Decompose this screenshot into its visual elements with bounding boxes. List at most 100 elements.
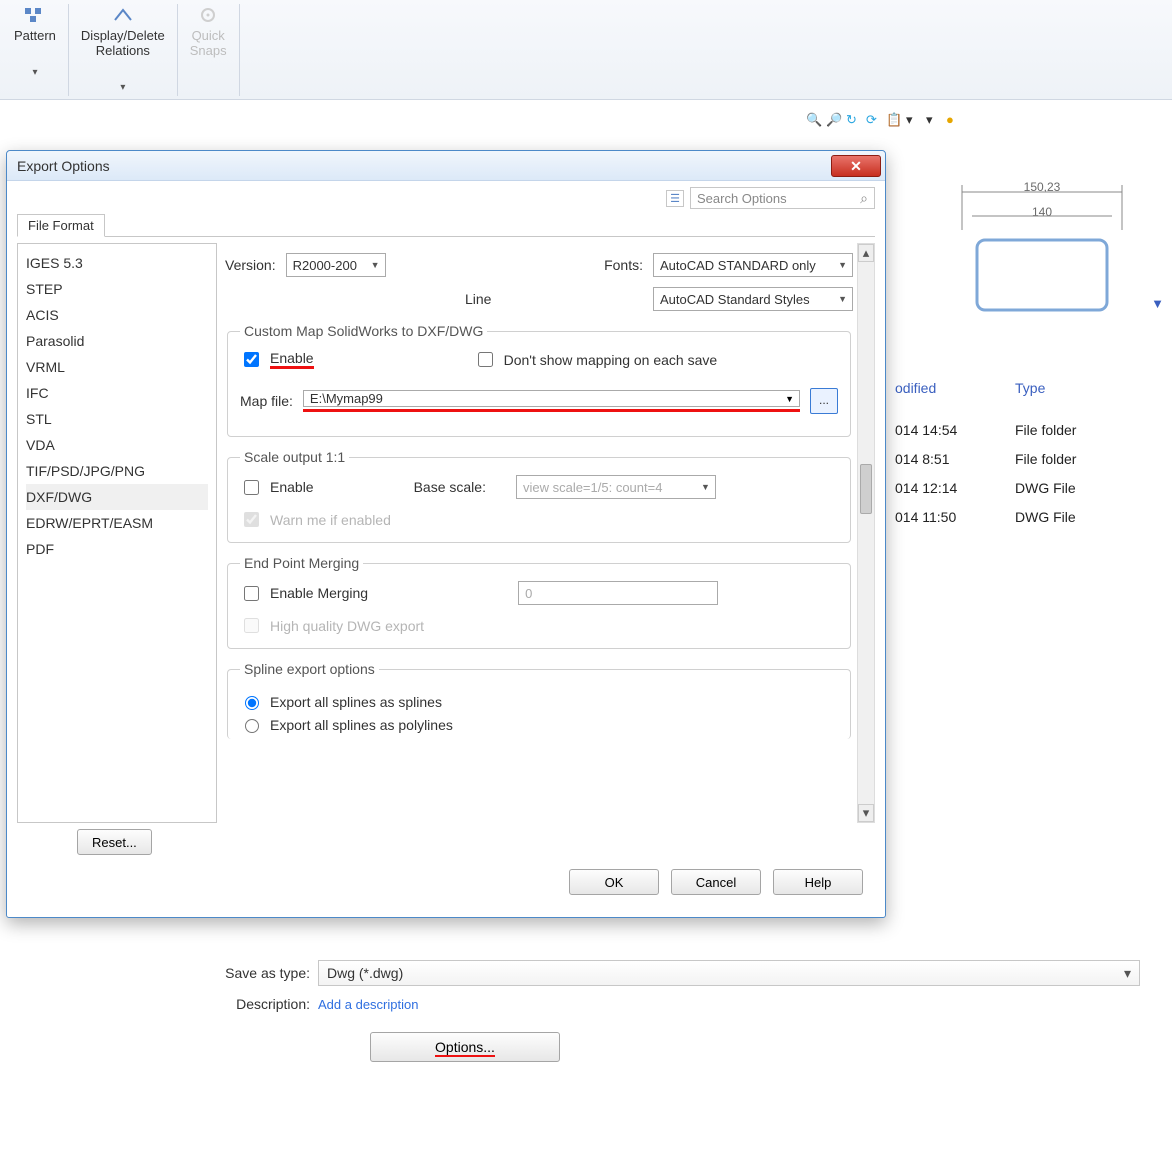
hq-export-checkbox: High quality DWG export [240, 615, 838, 636]
mapfile-value: E:\Mymap99 [310, 391, 383, 406]
warn-checkbox: Warn me if enabled [240, 509, 838, 530]
dropdown-caret-icon[interactable]: ▼ [1151, 296, 1164, 311]
tab-file-format[interactable]: File Format [17, 214, 105, 237]
merge-enable-input[interactable] [244, 586, 259, 601]
ok-button[interactable]: OK [569, 869, 659, 895]
chevron-down-icon [120, 58, 125, 93]
ribbon-relations-label: Display/Delete Relations [81, 28, 165, 58]
group-scale-legend: Scale output 1:1 [240, 449, 349, 465]
reset-button[interactable]: Reset... [77, 829, 152, 855]
scale-enable-label: Enable [270, 479, 314, 495]
search-icon [860, 190, 868, 207]
saveas-type-value: Dwg (*.dwg) [327, 965, 403, 981]
fonts-label: Fonts: [604, 257, 643, 273]
format-item[interactable]: VDA [26, 432, 208, 458]
group-spline: Spline export options Export all splines… [227, 661, 851, 739]
format-item[interactable]: IGES 5.3 [26, 250, 208, 276]
search-input[interactable]: Search Options [690, 187, 875, 209]
ribbon-relations[interactable]: Display/Delete Relations [73, 4, 178, 96]
dim-lines-icon [952, 170, 1142, 330]
doc-icon[interactable]: ▾ [906, 112, 922, 128]
spline-opt2-input[interactable] [245, 719, 259, 733]
zoom-out-icon[interactable]: 🔎 [826, 112, 842, 128]
group-spline-legend: Spline export options [240, 661, 379, 677]
cancel-button[interactable]: Cancel [671, 869, 761, 895]
mapfile-underline [303, 409, 800, 412]
options-button-label: Options... [435, 1039, 495, 1057]
saveas-desc-label: Description: [200, 996, 310, 1012]
systray: 🔍 🔎 ↻ ⟳ 📋 ▾ ▾ ● [806, 112, 962, 128]
hq-export-input [244, 618, 259, 633]
pattern-icon [23, 6, 47, 24]
format-item[interactable]: DXF/DWG [26, 484, 208, 510]
saveas-type-combo[interactable]: Dwg (*.dwg) [318, 960, 1140, 986]
col-type[interactable]: Type [1015, 380, 1045, 396]
enable-map-label: Enable [270, 350, 314, 369]
help-button[interactable]: Help [773, 869, 863, 895]
cell: DWG File [1015, 474, 1076, 503]
options-button[interactable]: Options... [370, 1032, 560, 1062]
search-options-icon: ☰ [666, 190, 684, 207]
cell: DWG File [1015, 503, 1076, 532]
paste-icon[interactable]: 📋 [886, 112, 902, 128]
scroll-thumb[interactable] [860, 464, 872, 514]
export-options-dialog: Export Options ✕ ☰ Search Options File F… [6, 150, 886, 918]
bg-drawing: 150,23 140 [952, 170, 1142, 330]
ribbon-pattern[interactable]: Pattern [6, 4, 69, 96]
spline-opt2[interactable]: Export all splines as polylines [240, 716, 838, 733]
scroll-down-icon[interactable]: ▾ [858, 804, 874, 822]
spline-opt2-label: Export all splines as polylines [270, 717, 453, 733]
format-item[interactable]: VRML [26, 354, 208, 380]
mapfile-browse-button[interactable]: ... [810, 388, 838, 414]
format-item[interactable]: IFC [26, 380, 208, 406]
version-combo[interactable]: R2000-200 [286, 253, 386, 277]
format-item[interactable]: Parasolid [26, 328, 208, 354]
enable-map-checkbox[interactable]: Enable [240, 349, 314, 370]
format-item[interactable]: ACIS [26, 302, 208, 328]
chevron-down-icon [32, 43, 37, 78]
scroll-up-icon[interactable]: ▴ [858, 244, 874, 262]
zoom-in-icon[interactable]: 🔍 [806, 112, 822, 128]
dialog-footer: OK Cancel Help [17, 855, 875, 907]
merge-value: 0 [525, 586, 532, 601]
format-list[interactable]: IGES 5.3 STEP ACIS Parasolid VRML IFC ST… [17, 243, 217, 823]
group-custom-map: Custom Map SolidWorks to DXF/DWG Enable … [227, 323, 851, 437]
format-item[interactable]: STEP [26, 276, 208, 302]
fonts-combo[interactable]: AutoCAD STANDARD only [653, 253, 853, 277]
dontshow-checkbox[interactable]: Don't show mapping on each save [474, 349, 718, 370]
col-modified[interactable]: odified [895, 380, 936, 396]
version-label: Version: [225, 257, 276, 273]
link-icon[interactable]: ⟳ [866, 112, 882, 128]
dontshow-input[interactable] [478, 352, 493, 367]
scale-enable-input[interactable] [244, 480, 259, 495]
format-item[interactable]: EDRW/EPRT/EASM [26, 510, 208, 536]
scale-enable-checkbox[interactable]: Enable [240, 477, 314, 498]
mapfile-label: Map file: [240, 393, 293, 409]
spline-opt1[interactable]: Export all splines as splines [240, 693, 838, 710]
saveas-desc-link[interactable]: Add a description [318, 997, 418, 1012]
merge-value-input[interactable]: 0 [518, 581, 718, 605]
format-item[interactable]: PDF [26, 536, 208, 562]
cell: 014 8:51 [895, 445, 957, 474]
spline-opt1-input[interactable] [245, 696, 259, 710]
ribbon-snaps-label: Quick Snaps [190, 28, 227, 58]
close-button[interactable]: ✕ [831, 155, 881, 177]
enable-map-input[interactable] [244, 352, 259, 367]
line-label: Line [465, 291, 491, 307]
basescale-label: Base scale: [414, 479, 486, 495]
titlebar[interactable]: Export Options ✕ [7, 151, 885, 181]
ribbon-snaps: Quick Snaps [182, 4, 240, 96]
format-item[interactable]: STL [26, 406, 208, 432]
cell: File folder [1015, 445, 1076, 474]
gear-icon[interactable]: ▾ [926, 112, 942, 128]
scrollbar[interactable]: ▴ ▾ [857, 243, 875, 823]
bg-rows-dates: 014 14:54 014 8:51 014 12:14 014 11:50 [895, 416, 957, 532]
cell: 014 14:54 [895, 416, 957, 445]
mapfile-combo[interactable]: E:\Mymap99 [303, 390, 800, 407]
dontshow-label: Don't show mapping on each save [504, 352, 718, 368]
refresh-icon[interactable]: ↻ [846, 112, 862, 128]
merge-enable-checkbox[interactable]: Enable Merging [240, 583, 368, 604]
format-item[interactable]: TIF/PSD/JPG/PNG [26, 458, 208, 484]
line-combo[interactable]: AutoCAD Standard Styles [653, 287, 853, 311]
relations-icon [111, 6, 135, 24]
